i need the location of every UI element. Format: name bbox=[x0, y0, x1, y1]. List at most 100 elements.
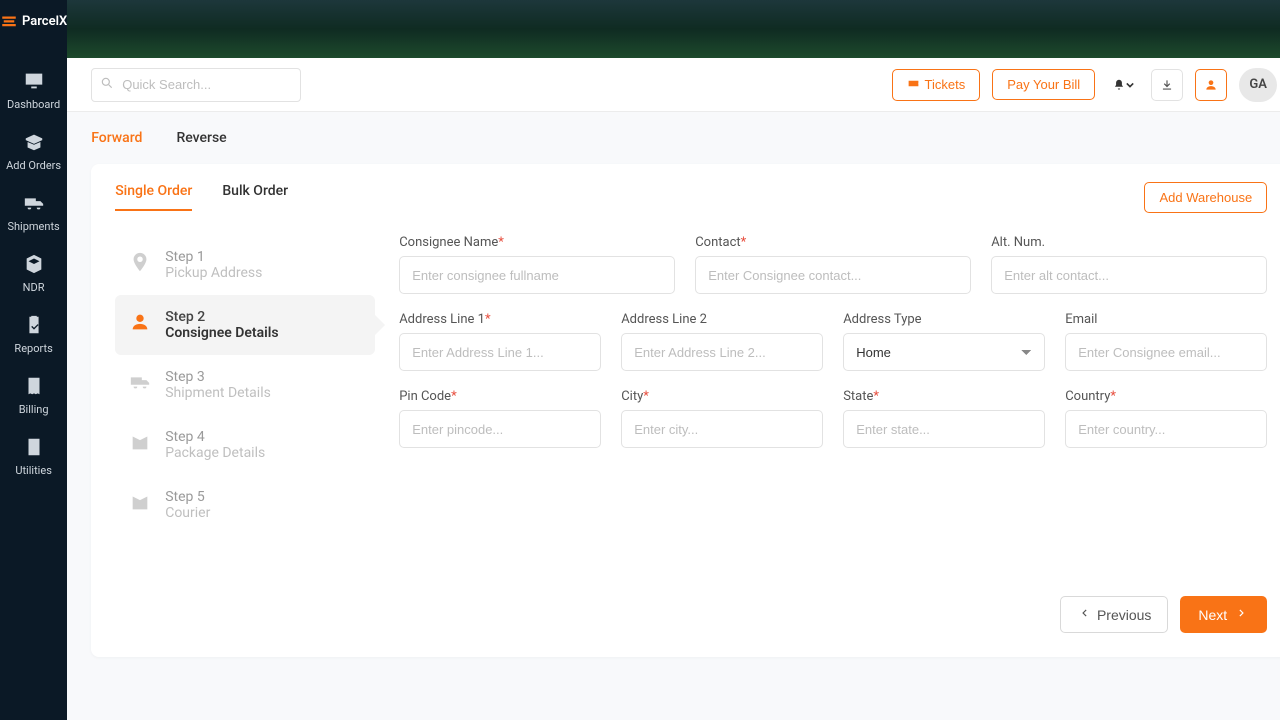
step-title: Step 1 bbox=[165, 249, 262, 265]
ticket-icon bbox=[907, 77, 920, 93]
consignee-name-input[interactable] bbox=[399, 256, 675, 294]
steps-column: Step 1 Pickup Address Step 2 Consignee D… bbox=[115, 223, 375, 633]
topbar: Tickets Pay Your Bill GA bbox=[67, 58, 1280, 112]
notifications-button[interactable] bbox=[1107, 69, 1139, 101]
sidebar-item-ndr[interactable]: NDR bbox=[0, 243, 67, 304]
sidebar-item-label: Add Orders bbox=[0, 159, 67, 172]
arrow-right-icon bbox=[1235, 606, 1249, 623]
truck-icon bbox=[20, 192, 48, 214]
content-row: Step 1 Pickup Address Step 2 Consignee D… bbox=[115, 223, 1267, 633]
avatar: GA bbox=[1239, 68, 1277, 102]
tickets-label: Tickets bbox=[925, 77, 966, 92]
clipboard-check-icon bbox=[20, 314, 48, 336]
tab-forward[interactable]: Forward bbox=[91, 130, 142, 146]
chevron-down-icon bbox=[1126, 81, 1134, 89]
quick-search bbox=[91, 68, 301, 102]
sidebar-item-label: Reports bbox=[0, 342, 67, 355]
field-state: State* bbox=[843, 389, 1045, 448]
brand-icon bbox=[0, 12, 18, 30]
address2-input[interactable] bbox=[621, 333, 823, 371]
sidebar-item-utilities[interactable]: Utilities bbox=[0, 426, 67, 487]
profile-menu[interactable]: GA bbox=[1239, 68, 1280, 102]
step-title: Step 5 bbox=[165, 489, 210, 505]
step-title: Step 3 bbox=[165, 369, 271, 385]
pay-bill-label: Pay Your Bill bbox=[1007, 77, 1080, 92]
field-pincode: Pin Code* bbox=[399, 389, 601, 448]
sidebar-item-label: NDR bbox=[0, 281, 67, 294]
card-header: Single Order Bulk Order Add Warehouse bbox=[115, 182, 1267, 213]
step-sub: Courier bbox=[165, 505, 210, 521]
location-pin-icon bbox=[127, 249, 153, 275]
browser-chrome-artifact bbox=[0, 0, 1280, 58]
tab-bulk-order[interactable]: Bulk Order bbox=[222, 183, 288, 211]
monitor-icon bbox=[20, 70, 48, 92]
sidebar-item-label: Dashboard bbox=[0, 98, 67, 111]
sidebar-item-add-orders[interactable]: Add Orders bbox=[0, 121, 67, 182]
step-package-details[interactable]: Step 4 Package Details bbox=[115, 415, 375, 475]
field-address-type: Address Type Home bbox=[843, 312, 1045, 371]
state-label: State* bbox=[843, 389, 1045, 404]
step-courier[interactable]: Step 5 Courier bbox=[115, 475, 375, 535]
email-label: Email bbox=[1065, 312, 1267, 327]
address-type-select[interactable]: Home bbox=[843, 333, 1045, 371]
search-input[interactable] bbox=[91, 68, 301, 102]
sidebar-item-label: Shipments bbox=[0, 220, 67, 233]
pincode-input[interactable] bbox=[399, 410, 601, 448]
step-sub: Shipment Details bbox=[165, 385, 271, 401]
address1-input[interactable] bbox=[399, 333, 601, 371]
next-label: Next bbox=[1198, 607, 1227, 623]
contact-input[interactable] bbox=[695, 256, 971, 294]
sidebar-item-reports[interactable]: Reports bbox=[0, 304, 67, 365]
email-input[interactable] bbox=[1065, 333, 1267, 371]
previous-button[interactable]: Previous bbox=[1060, 596, 1168, 633]
city-input[interactable] bbox=[621, 410, 823, 448]
next-button[interactable]: Next bbox=[1180, 596, 1267, 633]
brand-name: ParcelX bbox=[22, 14, 67, 29]
order-card: Single Order Bulk Order Add Warehouse bbox=[91, 164, 1280, 657]
field-alt-num: Alt. Num. bbox=[991, 235, 1267, 294]
tab-single-order[interactable]: Single Order bbox=[115, 183, 192, 211]
sidebar-item-dashboard[interactable]: Dashboard bbox=[0, 60, 67, 121]
sidebar-nav: Dashboard Add Orders Shipments NDR Repor… bbox=[0, 60, 67, 487]
consignee-name-label: Consignee Name* bbox=[399, 235, 675, 250]
truck-icon bbox=[127, 369, 153, 395]
download-icon bbox=[1160, 78, 1174, 92]
pay-bill-button[interactable]: Pay Your Bill bbox=[992, 69, 1095, 100]
state-input[interactable] bbox=[843, 410, 1045, 448]
sidebar-item-shipments[interactable]: Shipments bbox=[0, 182, 67, 243]
add-warehouse-button[interactable]: Add Warehouse bbox=[1144, 182, 1267, 213]
step-sub: Consignee Details bbox=[165, 325, 278, 341]
step-consignee-details[interactable]: Step 2 Consignee Details bbox=[115, 295, 375, 355]
tab-reverse[interactable]: Reverse bbox=[176, 130, 226, 146]
brand: ParcelX bbox=[0, 12, 67, 30]
previous-label: Previous bbox=[1097, 607, 1151, 623]
field-address-2: Address Line 2 bbox=[621, 312, 823, 371]
step-title: Step 4 bbox=[165, 429, 265, 445]
sidebar-item-billing[interactable]: Billing bbox=[0, 365, 67, 426]
field-consignee-name: Consignee Name* bbox=[399, 235, 675, 294]
step-sub: Pickup Address bbox=[165, 265, 262, 281]
field-email: Email bbox=[1065, 312, 1267, 371]
step-pickup-address[interactable]: Step 1 Pickup Address bbox=[115, 235, 375, 295]
tickets-button[interactable]: Tickets bbox=[892, 69, 981, 101]
sidebar-item-label: Billing bbox=[0, 403, 67, 416]
top-tabs: Forward Reverse bbox=[91, 130, 1280, 146]
arrow-left-icon bbox=[1077, 606, 1091, 623]
alt-num-input[interactable] bbox=[991, 256, 1267, 294]
contact-label: Contact* bbox=[695, 235, 971, 250]
address2-label: Address Line 2 bbox=[621, 312, 823, 327]
order-type-tabs: Single Order Bulk Order bbox=[115, 183, 288, 212]
add-warehouse-label: Add Warehouse bbox=[1159, 190, 1252, 205]
package-icon bbox=[127, 489, 153, 515]
field-contact: Contact* bbox=[695, 235, 971, 294]
bell-icon bbox=[1112, 78, 1126, 92]
sidebar-item-label: Utilities bbox=[0, 464, 67, 477]
country-input[interactable] bbox=[1065, 410, 1267, 448]
user-button[interactable] bbox=[1195, 69, 1227, 101]
field-city: City* bbox=[621, 389, 823, 448]
main-area: Tickets Pay Your Bill GA bbox=[67, 58, 1280, 720]
sidebar: ParcelX Dashboard Add Orders Shipments N… bbox=[0, 0, 67, 720]
address-type-label: Address Type bbox=[843, 312, 1045, 327]
download-button[interactable] bbox=[1151, 69, 1183, 101]
step-shipment-details[interactable]: Step 3 Shipment Details bbox=[115, 355, 375, 415]
